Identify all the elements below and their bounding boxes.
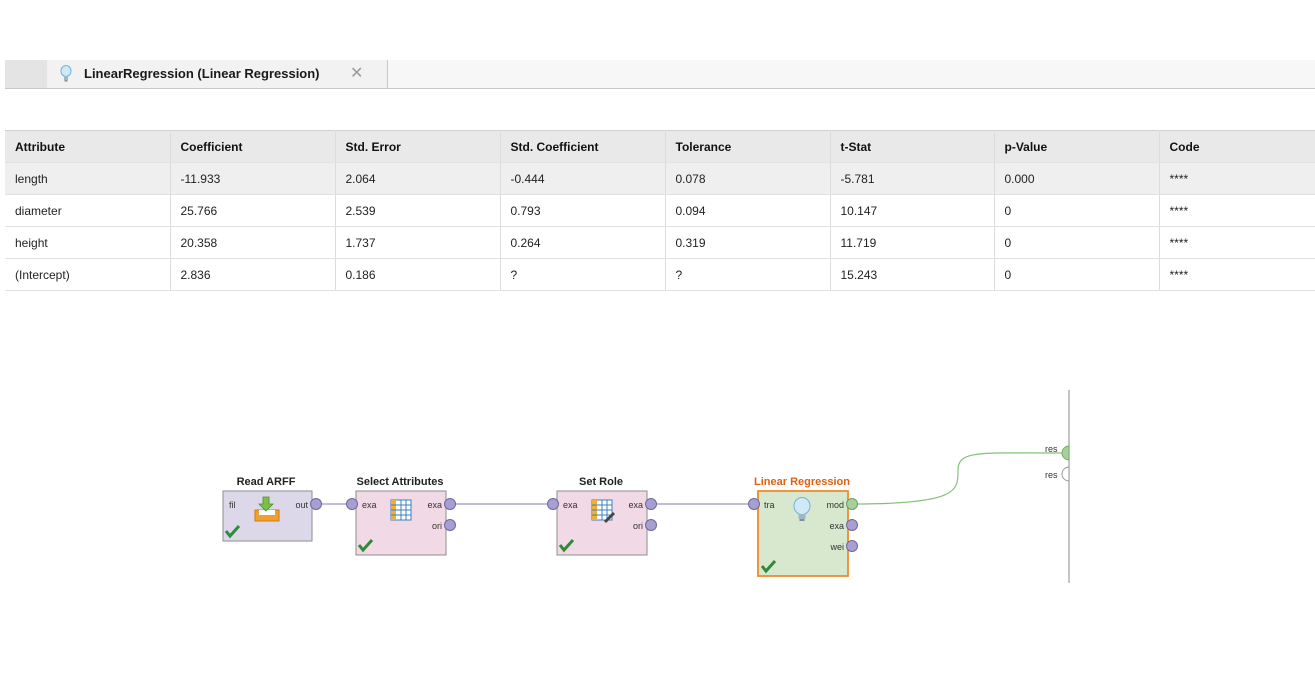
table-cell: -0.444 <box>500 162 666 195</box>
operator-select-attributes[interactable]: Select Attributes exa exa ori <box>346 476 456 556</box>
table-cell: **** <box>1159 258 1315 291</box>
port-label: exa <box>362 500 377 510</box>
column-header[interactable]: Std. Coefficient <box>500 130 666 163</box>
table-cell: 0.793 <box>500 194 666 227</box>
table-cell: (Intercept) <box>5 258 171 291</box>
column-header[interactable]: p-Value <box>994 130 1160 163</box>
tab-title: LinearRegression (Linear Regression) <box>84 66 320 81</box>
table-cell: 11.719 <box>830 226 995 259</box>
port-label: out <box>295 500 308 510</box>
result-port-label: res <box>1045 470 1058 480</box>
table-cell: 25.766 <box>170 194 336 227</box>
result-port-label: res <box>1045 444 1058 454</box>
table-cell: ? <box>500 258 666 291</box>
column-header[interactable]: Std. Error <box>335 130 501 163</box>
table-row[interactable]: (Intercept) 2.836 0.186 ? ? 15.243 0 ***… <box>5 258 1315 291</box>
tab-linear-regression[interactable]: LinearRegression (Linear Regression) ✕ <box>47 60 388 88</box>
result-port-1[interactable]: res <box>1045 444 1070 461</box>
table-cell: **** <box>1159 226 1315 259</box>
operator-linear-regression[interactable]: Linear Regression tra mod exa wei <box>748 476 858 577</box>
operator-title: Read ARFF <box>237 476 296 488</box>
output-port[interactable] <box>846 498 858 510</box>
table-cell: length <box>5 162 171 195</box>
table-row[interactable]: diameter 25.766 2.539 0.793 0.094 10.147… <box>5 194 1315 227</box>
table-cell: 2.539 <box>335 194 501 227</box>
result-port-2[interactable]: res <box>1045 466 1070 482</box>
table-cell: 20.358 <box>170 226 336 259</box>
port-label: exa <box>829 521 844 531</box>
table-cell: 1.737 <box>335 226 501 259</box>
table-cell: diameter <box>5 194 171 227</box>
output-port[interactable] <box>645 498 657 510</box>
operator-read-arff[interactable]: Read ARFF fil out <box>222 476 322 542</box>
column-header[interactable]: t-Stat <box>830 130 995 163</box>
table-cell: -5.781 <box>830 162 995 195</box>
table-cell: **** <box>1159 194 1315 227</box>
table-cell: 0.000 <box>994 162 1160 195</box>
port-label: wei <box>829 542 844 552</box>
connection-line <box>853 452 1063 505</box>
table-cell: 10.147 <box>830 194 995 227</box>
close-icon[interactable]: ✕ <box>350 63 363 83</box>
table-cell: 0.264 <box>500 226 666 259</box>
table-cell: 0 <box>994 258 1160 291</box>
table-cell: ? <box>665 258 831 291</box>
port-label: exa <box>563 500 578 510</box>
input-port[interactable] <box>346 498 358 510</box>
result-tab-bar: LinearRegression (Linear Regression) ✕ <box>5 60 1315 89</box>
table-icon <box>390 499 412 521</box>
output-port[interactable] <box>846 540 858 552</box>
operator-title: Linear Regression <box>754 476 850 488</box>
table-cell: 0 <box>994 194 1160 227</box>
output-port[interactable] <box>310 498 322 510</box>
table-cell: 0.186 <box>335 258 501 291</box>
port-label: fil <box>229 500 236 510</box>
lightbulb-icon <box>60 65 72 82</box>
column-header[interactable]: Attribute <box>5 130 171 163</box>
output-port[interactable] <box>444 498 456 510</box>
table-edit-icon <box>591 499 615 523</box>
column-header[interactable]: Tolerance <box>665 130 831 163</box>
port-label: exa <box>427 500 442 510</box>
table-row[interactable]: length -11.933 2.064 -0.444 0.078 -5.781… <box>5 162 1315 195</box>
table-cell: 0.319 <box>665 226 831 259</box>
port-label: mod <box>826 500 844 510</box>
port-label: ori <box>633 521 643 531</box>
port-label: tra <box>764 500 775 510</box>
input-port[interactable] <box>748 498 760 510</box>
port-label: exa <box>628 500 643 510</box>
column-header[interactable]: Coefficient <box>170 130 336 163</box>
column-header[interactable]: Code <box>1159 130 1315 163</box>
table-cell: 0.094 <box>665 194 831 227</box>
output-port[interactable] <box>444 519 456 531</box>
output-port[interactable] <box>645 519 657 531</box>
table-cell: 2.064 <box>335 162 501 195</box>
process-canvas[interactable]: res res Read ARFF fil out Select Attribu… <box>0 380 1315 680</box>
operator-title: Select Attributes <box>356 476 443 488</box>
table-cell: 0.078 <box>665 162 831 195</box>
table-cell: **** <box>1159 162 1315 195</box>
port-label: ori <box>432 521 442 531</box>
table-row[interactable]: height 20.358 1.737 0.264 0.319 11.719 0… <box>5 226 1315 259</box>
table-cell: 0 <box>994 226 1160 259</box>
table-cell: 15.243 <box>830 258 995 291</box>
table-cell: -11.933 <box>170 162 336 195</box>
table-cell: height <box>5 226 171 259</box>
tab-bar-spacer <box>5 60 48 88</box>
table-header-row: Attribute Coefficient Std. Error Std. Co… <box>5 130 1315 163</box>
operator-set-role[interactable]: Set Role exa exa ori <box>547 476 657 556</box>
coefficients-table: Attribute Coefficient Std. Error Std. Co… <box>5 130 1315 291</box>
input-port[interactable] <box>547 498 559 510</box>
output-port[interactable] <box>846 519 858 531</box>
operator-title: Set Role <box>579 476 623 488</box>
table-cell: 2.836 <box>170 258 336 291</box>
